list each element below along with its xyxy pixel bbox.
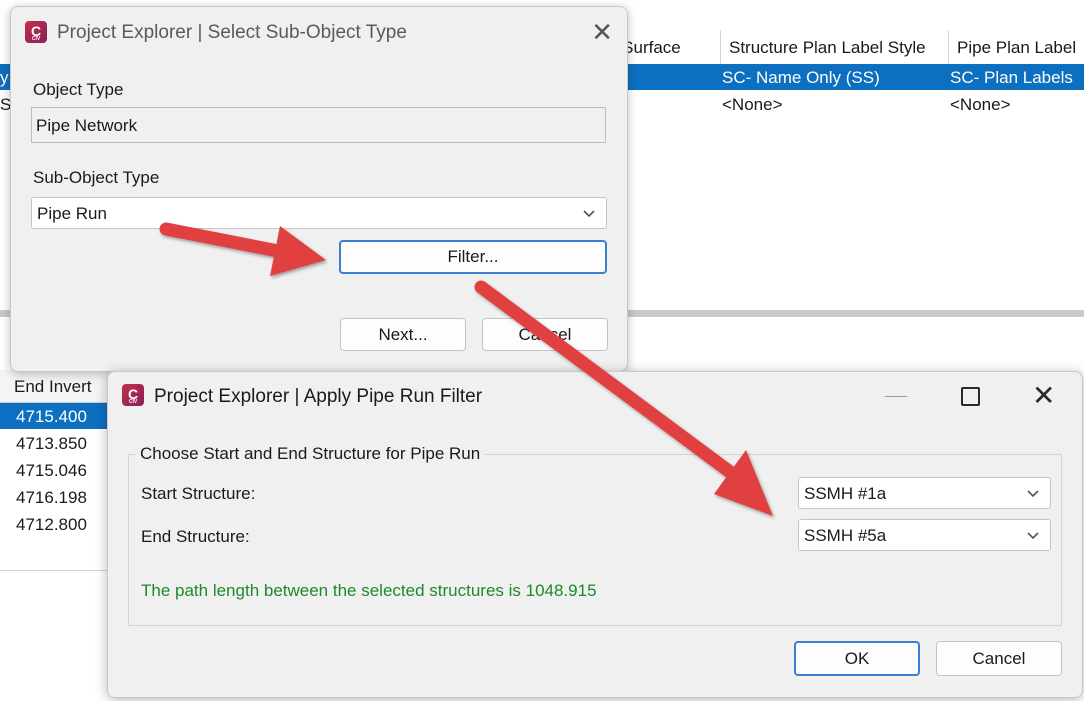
end-structure-dropdown[interactable]: SSMH #5a — [798, 519, 1051, 551]
cancel-button[interactable]: Cancel — [482, 318, 608, 351]
column-header-label: End Invert — [14, 377, 92, 396]
table-cell: SC- Name Only (SS) — [722, 68, 880, 87]
table-cell: 4715.400 — [16, 407, 87, 426]
table-cell: 4715.046 — [16, 461, 87, 480]
divider — [0, 570, 110, 571]
table-cell: 4716.198 — [16, 488, 87, 507]
table-header-row: e Surface Structure Plan Label Style Pip… — [600, 30, 1084, 65]
apply-pipe-run-filter-dialog: C CIV Project Explorer | Apply Pipe Run F… — [107, 371, 1083, 698]
chevron-down-icon — [583, 210, 595, 218]
start-structure-label: Start Structure: — [141, 484, 256, 503]
chevron-down-icon — [1027, 532, 1039, 540]
maximize-icon[interactable] — [961, 387, 980, 406]
start-structure-dropdown[interactable]: SSMH #1a — [798, 477, 1051, 509]
column-header[interactable]: Pipe Plan Label — [949, 30, 1084, 64]
object-type-field: Pipe Network — [31, 107, 606, 143]
table-row[interactable]: 4713.850 — [0, 430, 110, 456]
path-length-message: The path length between the selected str… — [141, 581, 597, 600]
civil3d-app-icon: C CIV — [25, 21, 47, 43]
table-row[interactable]: 4716.198 — [0, 484, 110, 510]
dialog-title: Project Explorer | Apply Pipe Run Filter — [154, 386, 483, 407]
next-button[interactable]: Next... — [340, 318, 466, 351]
table-row[interactable]: 4712.800 — [0, 511, 110, 537]
column-header-end-invert[interactable]: End Invert — [0, 370, 110, 403]
table-cell: <None> — [722, 95, 783, 114]
table-cell: 4713.850 — [16, 434, 87, 453]
table-cell: SC- Plan Labels — [950, 68, 1073, 87]
start-structure-value: SSMH #1a — [804, 484, 887, 503]
select-sub-object-type-dialog: C CIV Project Explorer | Select Sub-Objec… — [10, 6, 628, 372]
sub-object-type-dropdown[interactable]: Pipe Run — [31, 197, 607, 229]
table-row[interactable]: 4715.046 — [0, 457, 110, 483]
cancel-button[interactable]: Cancel — [936, 641, 1062, 676]
groupbox-label: Choose Start and End Structure for Pipe … — [136, 444, 485, 464]
sub-object-type-label: Sub-Object Type — [33, 168, 160, 187]
close-icon[interactable]: ✕ — [1032, 382, 1055, 410]
civil3d-app-icon: C CIV — [122, 384, 144, 406]
table-cell: y — [0, 68, 9, 87]
table-cell: <None> — [950, 95, 1011, 114]
ok-button[interactable]: OK — [794, 641, 920, 676]
sub-object-type-value: Pipe Run — [37, 204, 107, 223]
minimize-icon[interactable] — [885, 396, 907, 397]
table-row[interactable]: 4715.400 — [0, 403, 110, 429]
column-header[interactable]: Structure Plan Label Style — [721, 30, 949, 64]
end-structure-label: End Structure: — [141, 527, 250, 546]
chevron-down-icon — [1027, 490, 1039, 498]
table-cell: 4712.800 — [16, 515, 87, 534]
dialog-title: Project Explorer | Select Sub-Object Typ… — [57, 22, 407, 43]
end-structure-value: SSMH #5a — [804, 526, 887, 545]
filter-button[interactable]: Filter... — [339, 240, 607, 274]
close-icon[interactable]: ✕ — [591, 19, 613, 45]
object-type-value: Pipe Network — [36, 116, 138, 135]
object-type-label: Object Type — [33, 80, 124, 99]
